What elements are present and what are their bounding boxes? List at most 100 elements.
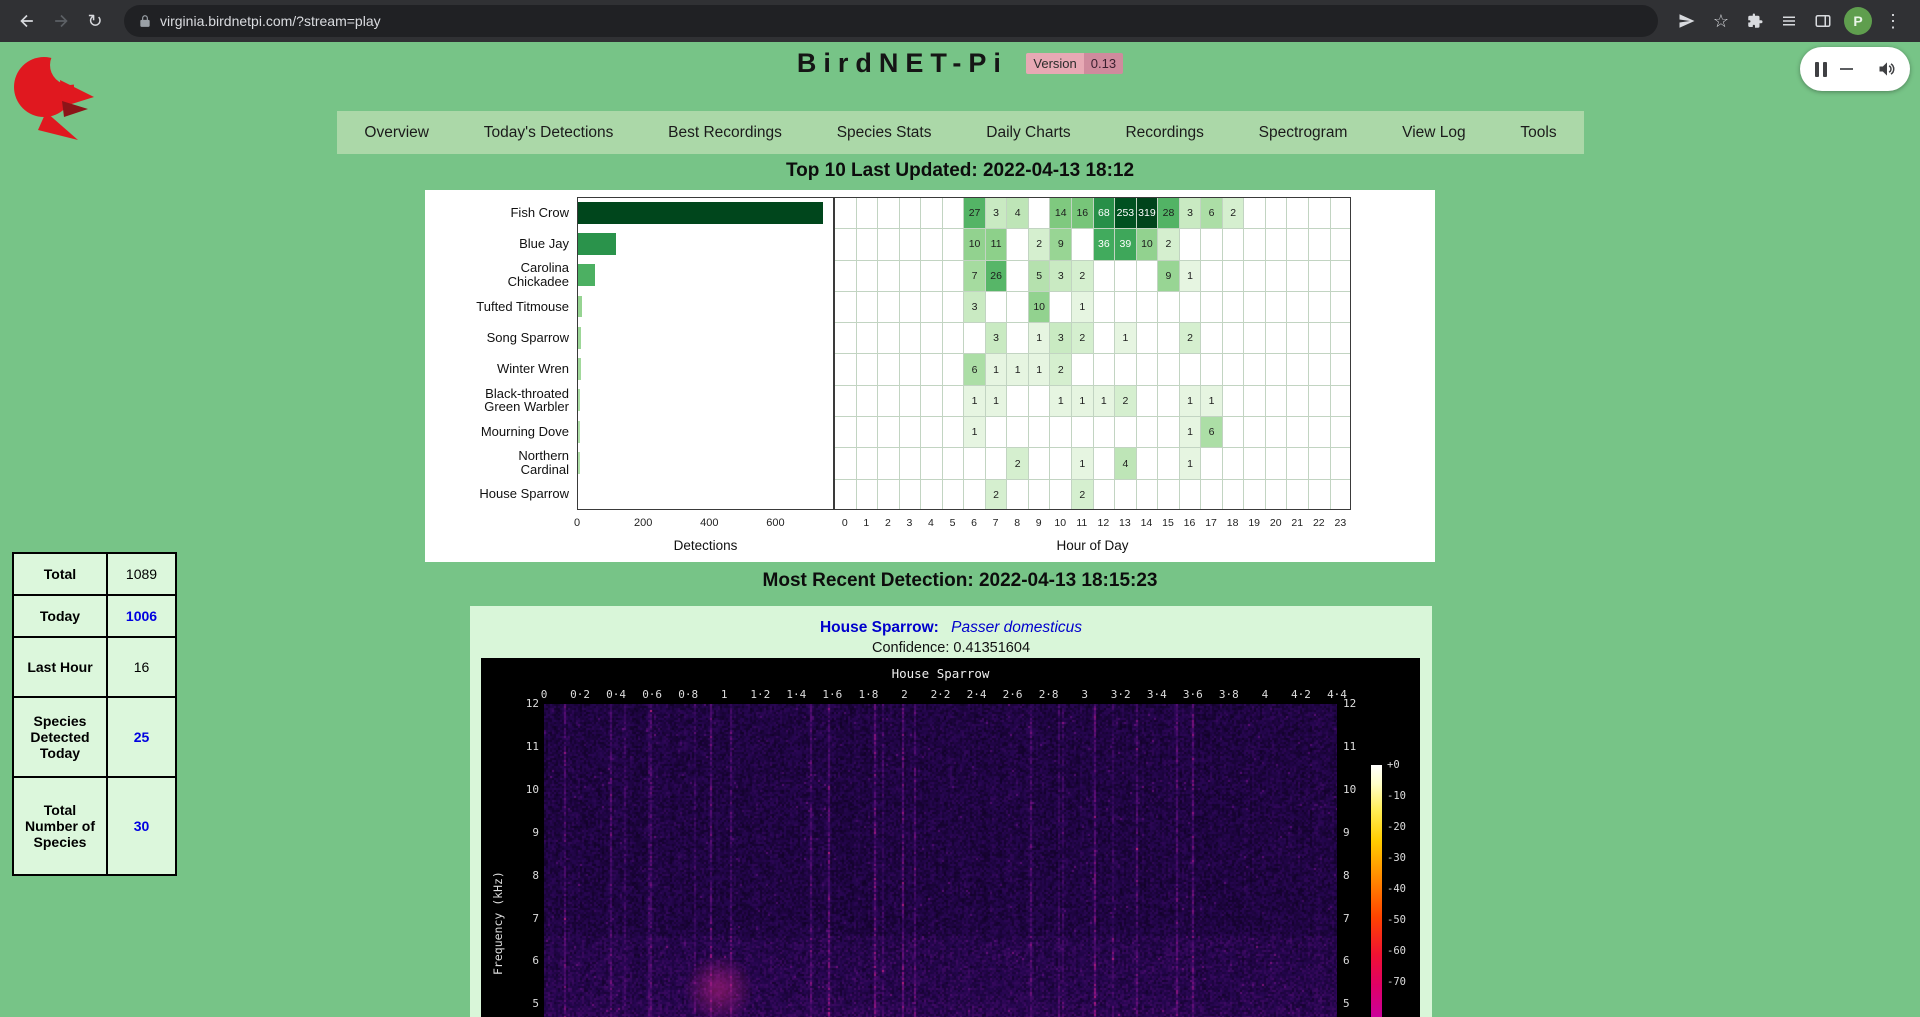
spectrogram-title: House Sparrow	[544, 666, 1337, 681]
heatmap-cell: 1	[1200, 385, 1222, 416]
forward-button[interactable]	[44, 4, 78, 38]
heatmap-x-axis: 01234567891011121314151617181920212223	[834, 517, 1351, 529]
heatmap-cell	[1006, 479, 1028, 510]
heatmap-cell	[1114, 479, 1136, 510]
stats-table: Total1089Today1006Last Hour16Species Det…	[12, 552, 177, 876]
heatmap-cell	[1286, 197, 1308, 228]
heatmap-cell	[1243, 322, 1265, 353]
heatmap-cell	[1157, 416, 1179, 447]
heatmap-cell	[942, 353, 964, 384]
heatmap-cell	[1028, 479, 1050, 510]
chart-row: Blue Jay1011293639102	[425, 228, 1351, 259]
heatmap-cell	[1179, 479, 1201, 510]
nav-item-overview[interactable]: Overview	[354, 124, 439, 142]
chart-row: NorthernCardinal2141	[425, 447, 1351, 478]
heatmap-cell: 11	[985, 228, 1007, 259]
heatmap-cell: 3	[963, 291, 985, 322]
heatmap-cell	[856, 416, 878, 447]
extensions-button[interactable]	[1738, 4, 1772, 38]
heatmap-cell	[1222, 416, 1244, 447]
heatmap-cell: 7	[963, 260, 985, 291]
menu-button[interactable]: ⋮	[1876, 4, 1910, 38]
nav-item-recordings[interactable]: Recordings	[1115, 124, 1213, 142]
heatmap-cell: 5	[1028, 260, 1050, 291]
heatmap-cell	[1200, 479, 1222, 510]
heatmap-cell	[1222, 228, 1244, 259]
kebab-menu-icon: ⋮	[1884, 12, 1902, 30]
colorbar-tick: -70	[1387, 976, 1406, 988]
time-tick: 0·8	[678, 688, 698, 701]
heatmap-cell: 2	[1071, 260, 1093, 291]
profile-avatar[interactable]: P	[1844, 7, 1872, 35]
stat-value[interactable]: 30	[107, 777, 176, 875]
heatmap-cell	[920, 260, 942, 291]
heatmap-cell: 6	[1200, 197, 1222, 228]
stat-label: Total Number of Species	[13, 777, 107, 875]
heatmap-cell	[1222, 353, 1244, 384]
hour-tick: 8	[1006, 517, 1028, 529]
nav-item-daily-charts[interactable]: Daily Charts	[976, 124, 1080, 142]
stats-row: Today1006	[13, 595, 176, 637]
spectrogram-image	[544, 704, 1337, 1017]
side-panel-button[interactable]	[1806, 4, 1840, 38]
nav-item-species-stats[interactable]: Species Stats	[827, 124, 942, 142]
nav-item-tools[interactable]: Tools	[1510, 124, 1566, 142]
bar-x-axis: 0200400600	[577, 517, 834, 531]
heatmap-cell	[942, 385, 964, 416]
bar-area	[577, 447, 834, 478]
heatmap-cell	[1028, 416, 1050, 447]
nav-item-view-log[interactable]: View Log	[1392, 124, 1475, 142]
nav-item-best-recordings[interactable]: Best Recordings	[658, 124, 792, 142]
hour-tick: 17	[1200, 517, 1222, 529]
version-badge: Version 0.13	[1026, 53, 1123, 74]
heatmap-cell: 1	[1179, 385, 1201, 416]
heat-row: 22	[834, 479, 1351, 510]
time-tick: 1·8	[858, 688, 878, 701]
stat-value[interactable]: 1006	[107, 595, 176, 637]
volume-button[interactable]	[1877, 59, 1897, 79]
heatmap-cell	[1157, 479, 1179, 510]
detection-species-link[interactable]: House Sparrow:	[820, 619, 939, 636]
nav-item-spectrogram[interactable]: Spectrogram	[1249, 124, 1358, 142]
heatmap-cell	[1222, 322, 1244, 353]
heatmap-cell	[942, 447, 964, 478]
heatmap-cell	[834, 385, 856, 416]
reload-button[interactable]: ↻	[78, 4, 112, 38]
nav-item-today-s-detections[interactable]: Today's Detections	[474, 124, 624, 142]
detection-scientific-name[interactable]: Passer domesticus	[951, 619, 1082, 636]
address-bar[interactable]: virginia.birdnetpi.com/?stream=play	[124, 5, 1658, 37]
time-tick: 1·4	[786, 688, 806, 701]
heatmap-cell: 4	[1006, 197, 1028, 228]
pause-button[interactable]	[1815, 62, 1827, 77]
colorbar-tick: -60	[1387, 945, 1406, 957]
heatmap-cell	[1308, 353, 1330, 384]
heatmap-cell	[920, 322, 942, 353]
heatmap-cell	[1265, 479, 1287, 510]
heatmap-cell	[920, 353, 942, 384]
send-button[interactable]	[1670, 4, 1704, 38]
stat-value[interactable]: 25	[107, 697, 176, 777]
hour-tick: 1	[856, 517, 878, 529]
heatmap-cell	[1265, 260, 1287, 291]
seek-slider[interactable]	[1840, 68, 1853, 70]
url-text: virginia.birdnetpi.com/?stream=play	[160, 13, 381, 29]
heatmap-cell	[1222, 260, 1244, 291]
heatmap-cell	[899, 416, 921, 447]
heatmap-cell	[1243, 416, 1265, 447]
most-recent-heading: Most Recent Detection: 2022-04-13 18:15:…	[0, 570, 1920, 592]
heatmap-cell	[942, 228, 964, 259]
bar-area	[577, 385, 834, 416]
reading-list-button[interactable]	[1772, 4, 1806, 38]
heatmap-axis-label: Hour of Day	[834, 538, 1351, 553]
freq-tick: 12	[487, 697, 539, 710]
species-label: Mourning Dove	[425, 425, 577, 439]
heatmap-cell	[899, 197, 921, 228]
heatmap-cell	[899, 260, 921, 291]
heatmap-cell	[1243, 353, 1265, 384]
heatmap-cell	[1006, 291, 1028, 322]
back-button[interactable]	[10, 4, 44, 38]
time-tick: 2·6	[1003, 688, 1023, 701]
bookmark-button[interactable]: ☆	[1704, 4, 1738, 38]
heatmap-cell	[834, 353, 856, 384]
detections-bar	[577, 483, 578, 505]
